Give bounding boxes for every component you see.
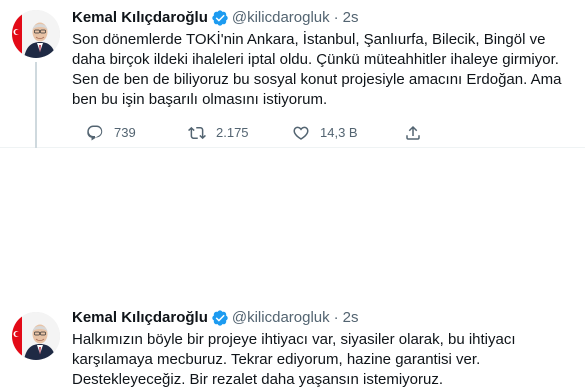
tweet-header: Kemal Kılıçdaroğlu @kilicdarogluk · 2s (72, 8, 358, 28)
share-button[interactable] (404, 124, 432, 142)
retweet-icon (188, 126, 206, 140)
retweet-button[interactable]: 2.175 (188, 124, 249, 142)
like-count: 14,3 B (320, 125, 358, 140)
like-button[interactable]: 14,3 B (292, 124, 358, 142)
thread-line (35, 62, 37, 148)
tweet[interactable]: Kemal Kılıçdaroğlu @kilicdarogluk · 2s S… (0, 0, 585, 148)
avatar[interactable] (12, 312, 60, 360)
reply-count: 739 (114, 125, 136, 140)
author-handle[interactable]: @kilicdarogluk (232, 308, 330, 328)
tweet-text: Halkımızın böyle bir projeye ihtiyacı va… (72, 331, 516, 388)
like-icon (293, 126, 309, 140)
action-bar: 739 2.175 14,3 B (72, 124, 472, 144)
tweet-header: Kemal Kılıçdaroğlu @kilicdarogluk · 2s (72, 308, 358, 328)
author-name[interactable]: Kemal Kılıçdaroğlu (72, 308, 208, 328)
tweet-text: Son dönemlerde TOKİ'nin Ankara, İstanbul… (72, 31, 562, 108)
tweet[interactable]: Kemal Kılıçdaroğlu @kilicdarogluk · 2s H… (0, 148, 585, 388)
verified-badge-icon (212, 10, 228, 26)
author-handle[interactable]: @kilicdarogluk (232, 8, 330, 28)
verified-badge-icon (212, 310, 228, 326)
separator-dot: · (333, 9, 339, 26)
retweet-count: 2.175 (216, 125, 249, 140)
separator-dot: · (333, 309, 339, 326)
reply-button[interactable]: 739 (86, 124, 136, 142)
reply-icon (87, 125, 103, 141)
share-icon (406, 125, 420, 140)
author-name[interactable]: Kemal Kılıçdaroğlu (72, 8, 208, 28)
avatar[interactable] (12, 10, 60, 58)
timestamp[interactable]: 2s (343, 308, 359, 328)
timestamp[interactable]: 2s (343, 8, 359, 28)
